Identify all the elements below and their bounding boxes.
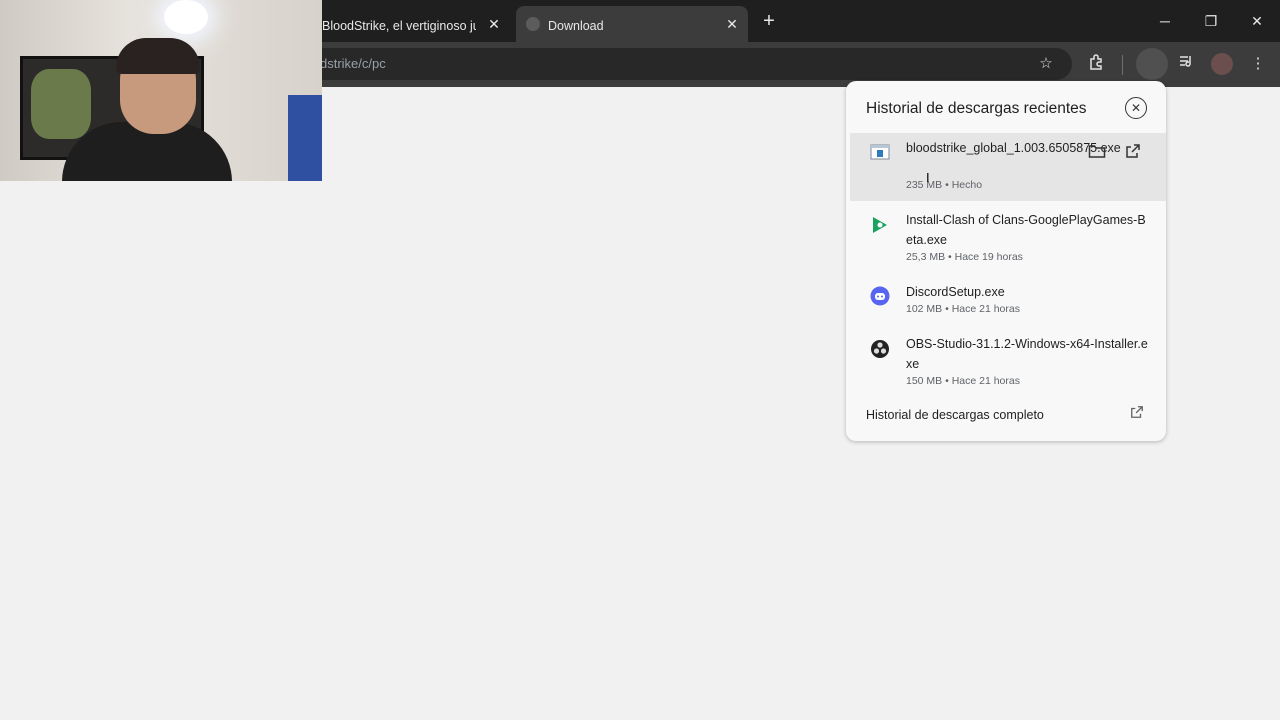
shelf-item [288,95,322,181]
media-icon[interactable] [1175,53,1197,75]
tab-close-icon[interactable]: ✕ [484,14,504,34]
puzzle-icon[interactable] [1086,53,1108,75]
url-text[interactable]: dstrike/c/pc [320,56,386,71]
ceiling-light [164,0,208,34]
download-item[interactable]: Install-Clash of Clans-GooglePlayGames-B… [850,205,1166,269]
toolbar-divider [1122,55,1123,75]
google-play-games-icon [870,215,890,235]
new-tab-button[interactable]: + [758,10,780,32]
globe-icon [526,17,540,31]
download-meta: 102 MB • Hace 21 horas [906,303,1020,315]
tab-download[interactable]: Download ✕ [516,6,748,42]
discord-icon [870,286,890,306]
profile-avatar[interactable] [1211,53,1233,75]
cursor-icon: I [926,170,930,185]
download-meta: 25,3 MB • Hace 19 horas [906,251,1023,263]
webcam-overlay [0,0,322,181]
tab-title: BloodStrike, el vertiginoso jueg [322,19,476,33]
download-filename: Install-Clash of Clans-GooglePlayGames-B… [906,213,1146,247]
address-bar[interactable] [300,48,1072,80]
kebab-icon[interactable]: ⋮ [1247,53,1269,75]
exe-icon [870,143,890,163]
maximize-button[interactable]: ❐ [1199,10,1223,32]
close-icon[interactable]: ✕ [1125,97,1147,119]
obs-icon [870,339,890,359]
tab-title: Download [548,19,604,33]
minimize-button[interactable]: ─ [1153,10,1177,32]
download-meta: 150 MB • Hace 21 horas [906,375,1020,387]
download-meta: 235 MB • Hecho [906,179,983,191]
folder-icon[interactable] [1087,143,1107,163]
download-filename: bloodstrike_global_1.003.6505875.exe [906,141,1121,155]
download-filename: DiscordSetup.exe [906,285,1005,299]
download-item[interactable]: DiscordSetup.exe 102 MB • Hace 21 horas [850,277,1166,325]
window-close-button[interactable]: ✕ [1245,10,1269,32]
full-history-link[interactable]: Historial de descargas completo [866,408,1044,422]
tab-bloodstrike[interactable]: BloodStrike, el vertiginoso jueg ✕ [322,6,512,42]
person-hair [116,38,200,74]
downloads-title: Historial de descargas recientes [866,100,1087,117]
download-filename: OBS-Studio-31.1.2-Windows-x64-Installer.… [906,337,1148,371]
download-item[interactable]: OBS-Studio-31.1.2-Windows-x64-Installer.… [850,329,1166,393]
star-icon[interactable]: ☆ [1035,53,1057,75]
avatar[interactable] [1136,48,1168,80]
open-external-icon[interactable] [1123,143,1143,163]
open-external-icon[interactable] [1128,405,1146,423]
downloads-bubble: Historial de descargas recientes ✕ blood… [846,81,1166,441]
tab-close-icon[interactable]: ✕ [722,14,742,34]
download-item[interactable]: bloodstrike_global_1.003.6505875.exe 235… [850,133,1166,201]
